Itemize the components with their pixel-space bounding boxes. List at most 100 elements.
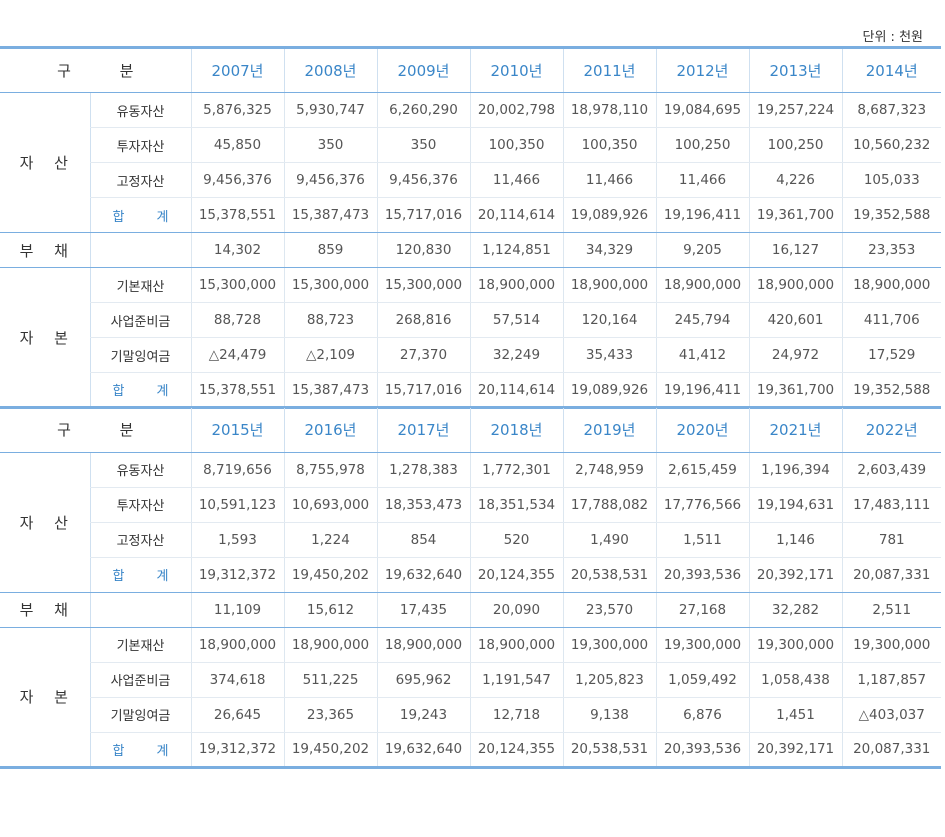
value-cell: 1,224 xyxy=(283,522,377,558)
year-header: 2016년 xyxy=(283,406,377,453)
value-cell: 520 xyxy=(469,522,563,558)
value-cell: 16,127 xyxy=(748,232,842,268)
value-cell: 23,570 xyxy=(562,592,656,628)
value-cell: 9,205 xyxy=(655,232,749,268)
value-cell: 8,687,323 xyxy=(841,92,941,128)
value-cell: 781 xyxy=(841,522,941,558)
group-liabilities: 부 채 xyxy=(0,232,90,268)
header-row: 구 분 2015년 2016년 2017년 2018년 2019년 2020년 … xyxy=(0,406,941,453)
value-cell: 45,850 xyxy=(190,127,284,163)
year-header: 2013년 xyxy=(748,46,842,93)
year-header: 2022년 xyxy=(841,406,941,453)
year-header: 2018년 xyxy=(469,406,563,453)
value-cell: 1,593 xyxy=(190,522,284,558)
value-cell: 17,483,111 xyxy=(841,487,941,523)
value-cell: 105,033 xyxy=(841,162,941,198)
value-cell: 9,138 xyxy=(562,697,656,733)
value-cell: 1,490 xyxy=(562,522,656,558)
year-header: 2019년 xyxy=(562,406,656,453)
row-basic-property: 자 본 기본재산 18,900,000 18,900,000 18,900,000 1… xyxy=(0,627,941,769)
value-cell: 15,300,000 xyxy=(190,267,284,303)
value-cell: 11,466 xyxy=(562,162,656,198)
value-cell: 11,466 xyxy=(469,162,563,198)
value-cell: 1,059,492 xyxy=(655,662,749,698)
value-cell: 2,603,439 xyxy=(841,452,941,488)
value-cell: 23,353 xyxy=(841,232,941,268)
value-cell: 19,084,695 xyxy=(655,92,749,128)
value-cell: 8,755,978 xyxy=(283,452,377,488)
value-cell: 17,776,566 xyxy=(655,487,749,523)
value-cell: 34,329 xyxy=(562,232,656,268)
value-cell: 19,196,411 xyxy=(655,197,749,233)
value-cell: 19,300,000 xyxy=(655,627,749,663)
row-label-current-assets: 유동자산 xyxy=(89,92,191,128)
value-cell: 15,300,000 xyxy=(376,267,470,303)
value-cell: 20,114,614 xyxy=(469,372,563,409)
value-cell: 5,876,325 xyxy=(190,92,284,128)
row-retained-surplus: 기말잉여금 △24,479 △2,109 27,370 32,249 35,433 41,… xyxy=(0,337,941,373)
group-capital: 자 본 xyxy=(0,267,90,409)
value-cell: 854 xyxy=(376,522,470,558)
value-cell: 100,250 xyxy=(748,127,842,163)
value-cell: 17,435 xyxy=(376,592,470,628)
value-cell: 1,511 xyxy=(655,522,749,558)
row-capital-total: 합 계 15,378,551 15,387,473 15,717,016 20,114… xyxy=(0,372,941,409)
row-fixed-assets: 고정자산 9,456,376 9,456,376 9,456,376 11,466 11… xyxy=(0,162,941,198)
value-cell: 11,466 xyxy=(655,162,749,198)
value-cell: 19,196,411 xyxy=(655,372,749,409)
value-cell: 19,089,926 xyxy=(562,372,656,409)
row-current-assets: 자 산 유동자산 5,876,325 5,930,747 6,260,290 20,0… xyxy=(0,92,941,233)
group-capital: 자 본 xyxy=(0,627,90,769)
value-cell: 27,168 xyxy=(655,592,749,628)
value-cell: 2,748,959 xyxy=(562,452,656,488)
year-header: 2010년 xyxy=(469,46,563,93)
value-cell: 1,196,394 xyxy=(748,452,842,488)
row-label-reserve-fund: 사업준비금 xyxy=(89,302,191,338)
value-cell: 15,612 xyxy=(283,592,377,628)
value-cell: 10,591,123 xyxy=(190,487,284,523)
value-cell: 100,250 xyxy=(655,127,749,163)
value-cell: 20,114,614 xyxy=(469,197,563,233)
row-label-current-assets: 유동자산 xyxy=(89,452,191,488)
value-cell: △403,037 xyxy=(841,697,941,733)
value-cell: 268,816 xyxy=(376,302,470,338)
value-cell: 15,378,551 xyxy=(190,372,284,409)
row-label-basic-property: 기본재산 xyxy=(89,627,191,663)
row-basic-property: 자 본 기본재산 15,300,000 15,300,000 15,300,000 1… xyxy=(0,267,941,409)
value-cell: 20,087,331 xyxy=(841,732,941,769)
value-cell: 19,352,588 xyxy=(841,197,941,233)
value-cell: 1,058,438 xyxy=(748,662,842,698)
value-cell: 9,456,376 xyxy=(283,162,377,198)
value-cell: 19,243 xyxy=(376,697,470,733)
value-cell: 350 xyxy=(376,127,470,163)
year-header: 2008년 xyxy=(283,46,377,93)
value-cell: 18,900,000 xyxy=(562,267,656,303)
value-cell: 19,194,631 xyxy=(748,487,842,523)
value-cell: 32,249 xyxy=(469,337,563,373)
value-cell: 1,278,383 xyxy=(376,452,470,488)
row-label-investment-assets: 투자자산 xyxy=(89,127,191,163)
year-header: 2017년 xyxy=(376,406,470,453)
value-cell: 695,962 xyxy=(376,662,470,698)
value-cell: 511,225 xyxy=(283,662,377,698)
value-cell: 19,632,640 xyxy=(376,557,470,593)
value-cell: 15,387,473 xyxy=(283,372,377,409)
value-cell: 20,393,536 xyxy=(655,557,749,593)
value-cell: 23,365 xyxy=(283,697,377,733)
row-label-capital-total: 합 계 xyxy=(89,372,191,409)
value-cell: 19,450,202 xyxy=(283,732,377,769)
value-cell: 1,191,547 xyxy=(469,662,563,698)
value-cell: 19,450,202 xyxy=(283,557,377,593)
value-cell: 20,538,531 xyxy=(562,732,656,769)
row-capital-total: 합 계 19,312,372 19,450,202 19,632,640 20,124… xyxy=(0,732,941,769)
value-cell: 12,718 xyxy=(469,697,563,733)
category-header: 구 분 xyxy=(0,406,191,453)
row-current-assets: 자 산 유동자산 8,719,656 8,755,978 1,278,383 1,77… xyxy=(0,452,941,593)
value-cell: 15,717,016 xyxy=(376,372,470,409)
row-label-empty xyxy=(89,592,191,628)
value-cell: 17,788,082 xyxy=(562,487,656,523)
header-row: 구 분 2007년 2008년 2009년 2010년 2011년 2012년 … xyxy=(0,46,941,93)
group-liabilities: 부 채 xyxy=(0,592,90,628)
row-label-basic-property: 기본재산 xyxy=(89,267,191,303)
value-cell: 18,900,000 xyxy=(841,267,941,303)
